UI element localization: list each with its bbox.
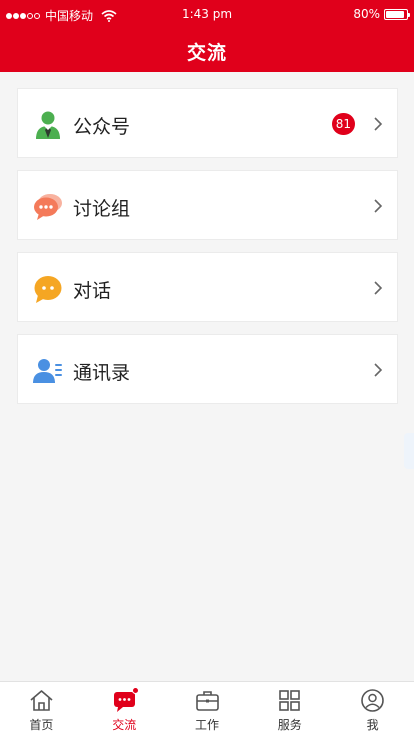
- menu-item-discussion-groups[interactable]: 讨论组: [17, 170, 398, 240]
- official-account-person-icon: [36, 111, 60, 139]
- home-icon: [30, 690, 53, 711]
- floating-edge-handle[interactable]: [404, 433, 414, 469]
- battery-icon: [384, 8, 410, 20]
- menu-item-label: 公众号: [73, 116, 131, 138]
- battery-percentage: 80%: [353, 7, 380, 21]
- status-time: 1:43 pm: [181, 7, 233, 21]
- tab-services[interactable]: 服务: [248, 682, 331, 736]
- tab-label: 我: [366, 718, 379, 732]
- tab-bar: 首页 交流 工作 服务 我: [0, 681, 414, 736]
- unread-count-badge: 81: [331, 113, 355, 135]
- screen: 中国移动 1:43 pm 80% 交流 公众号 81 讨论组 对话 通讯录 首页…: [0, 0, 414, 736]
- header: 中国移动 1:43 pm 80% 交流: [0, 0, 414, 72]
- tab-label: 首页: [29, 718, 54, 732]
- menu-item-label: 通讯录: [73, 362, 131, 384]
- chevron-right-icon: [374, 117, 383, 131]
- tab-me[interactable]: 我: [331, 682, 414, 736]
- menu-item-label: 对话: [73, 280, 112, 302]
- dialog-chat-bubble-icon: [34, 276, 62, 303]
- menu-item-dialogs[interactable]: 对话: [17, 252, 398, 322]
- menu-item-contacts[interactable]: 通讯录: [17, 334, 398, 404]
- menu-item-label: 讨论组: [73, 198, 131, 220]
- tab-label: 服务: [277, 718, 302, 732]
- notification-dot: [131, 687, 139, 694]
- status-right: 80%: [353, 7, 410, 21]
- briefcase-icon: [195, 691, 219, 711]
- tab-work[interactable]: 工作: [166, 682, 249, 736]
- user-circle-icon: [361, 689, 384, 712]
- grid-icon: [279, 690, 301, 711]
- discussion-group-chat-bubbles-icon: [34, 194, 62, 220]
- tab-chat[interactable]: 交流: [83, 682, 166, 736]
- tab-label: 交流: [112, 718, 137, 732]
- tab-label: 工作: [194, 718, 219, 732]
- page-title: 交流: [186, 42, 227, 64]
- tab-home[interactable]: 首页: [0, 682, 83, 736]
- chevron-right-icon: [374, 199, 383, 213]
- chevron-right-icon: [374, 281, 383, 295]
- menu-item-official-accounts[interactable]: 公众号 81: [17, 88, 398, 158]
- contacts-person-list-icon: [33, 359, 62, 383]
- chevron-right-icon: [374, 363, 383, 377]
- status-bar: 中国移动 1:43 pm 80%: [0, 0, 414, 28]
